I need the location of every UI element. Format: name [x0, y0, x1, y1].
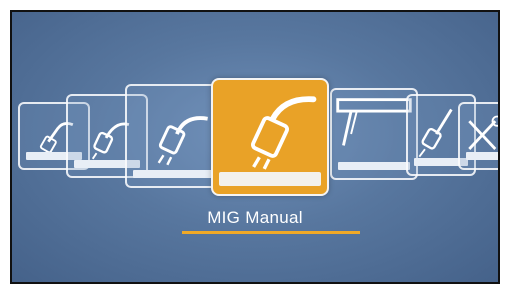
- selected-mode-underline: [182, 231, 360, 234]
- display-screen: MIG Manual: [10, 10, 500, 284]
- mode-card-6[interactable]: [330, 88, 418, 180]
- mode-card-bar: [219, 172, 321, 186]
- mode-carousel[interactable]: [12, 12, 498, 212]
- mode-card-bar: [338, 162, 410, 170]
- mode-card-mig-manual-selected[interactable]: [211, 78, 329, 196]
- mode-card-bar: [466, 152, 498, 160]
- mode-card-3[interactable]: [125, 84, 225, 188]
- mode-card-8[interactable]: [458, 102, 498, 170]
- selected-mode-label: MIG Manual: [207, 208, 303, 227]
- mode-card-bar: [133, 170, 217, 178]
